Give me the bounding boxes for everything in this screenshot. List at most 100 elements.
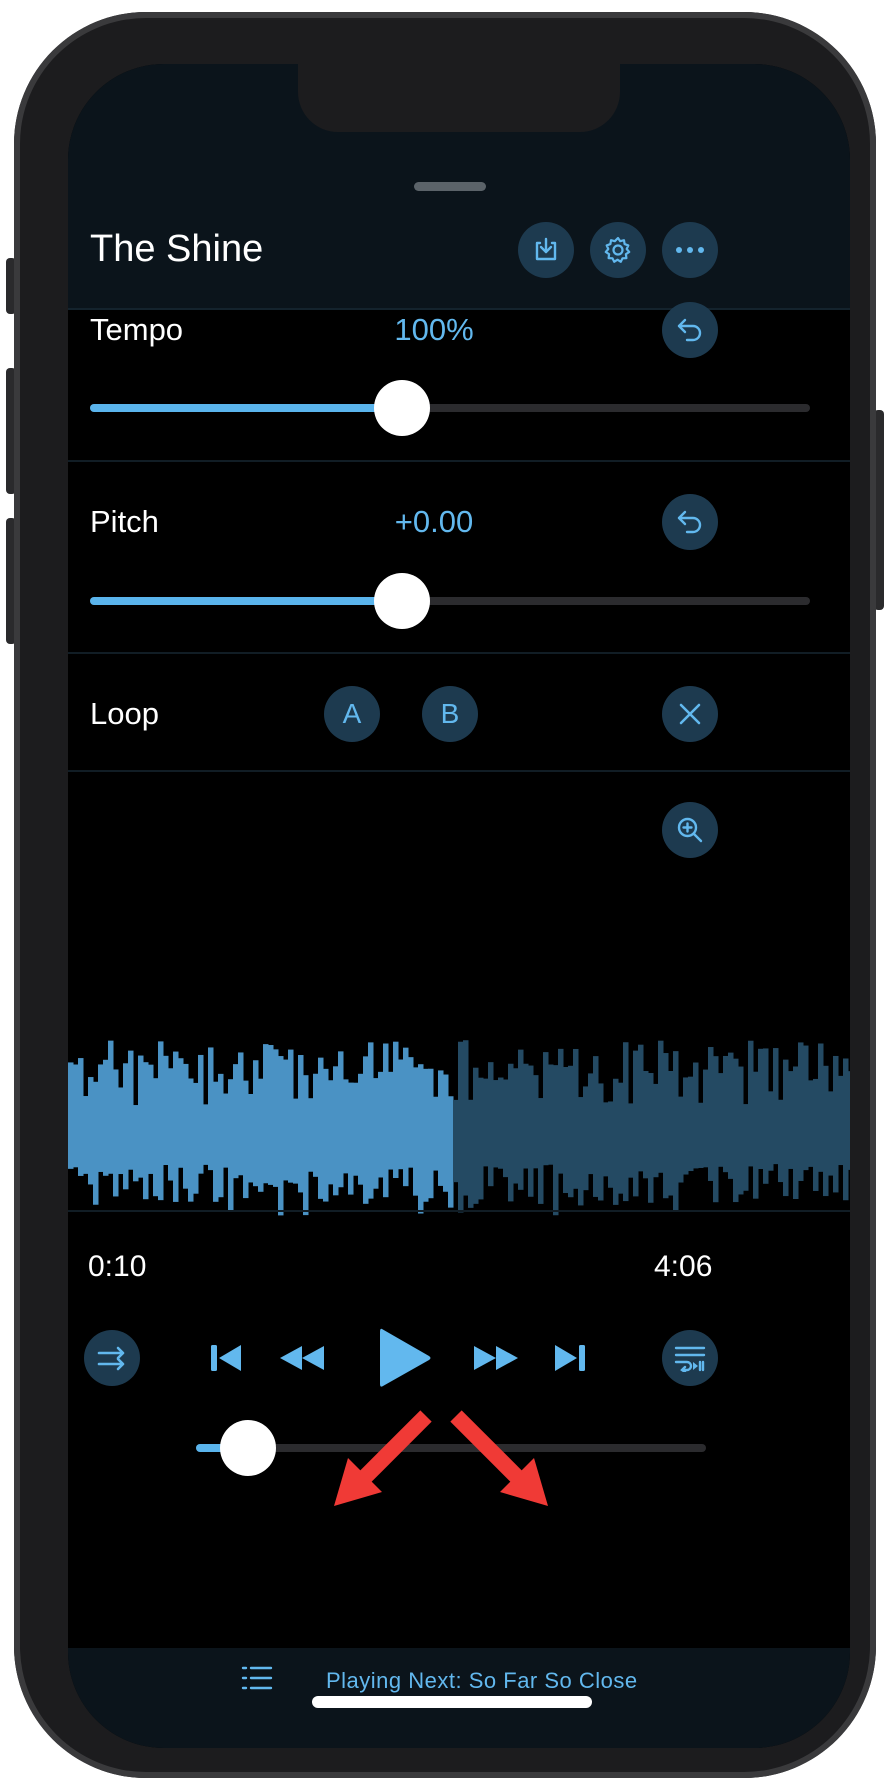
zoom-button[interactable] [662, 802, 718, 858]
waveform-bar [278, 1056, 284, 1216]
waveform-bar [638, 1044, 644, 1172]
waveform-bar [238, 1052, 244, 1176]
waveform-bar [818, 1043, 824, 1172]
list-icon [241, 1666, 273, 1690]
waveform[interactable] [68, 1004, 850, 1244]
export-button[interactable] [518, 222, 574, 278]
waveform-bar [828, 1091, 834, 1176]
shuffle-button[interactable] [84, 1330, 140, 1386]
close-icon [679, 703, 701, 725]
waveform-bar [228, 1079, 234, 1211]
waveform-bar [668, 1071, 674, 1196]
skip-back-icon [211, 1345, 241, 1371]
waveform-bar [633, 1050, 639, 1197]
skip-forward-icon [555, 1345, 585, 1371]
waveform-bar [148, 1064, 154, 1174]
pitch-label: Pitch [90, 504, 159, 539]
waveform-bar [618, 1082, 624, 1194]
waveform-bar [343, 1079, 349, 1174]
waveform-bar [433, 1096, 439, 1171]
sheet-grabber[interactable] [414, 182, 486, 191]
waveform-bar [243, 1080, 249, 1199]
waveform-bar [358, 1073, 364, 1185]
waveform-bar [543, 1052, 549, 1166]
waveform-bar [788, 1071, 794, 1169]
waveform-bar [413, 1067, 419, 1196]
waveform-bar [333, 1066, 339, 1196]
loop-clear-button[interactable] [662, 686, 718, 742]
pitch-reset-button[interactable] [662, 494, 718, 550]
waveform-bar [693, 1062, 699, 1169]
waveform-bar [138, 1055, 144, 1178]
pitch-slider-fill [90, 597, 406, 605]
queue-button[interactable] [662, 1330, 718, 1386]
waveform-bar [193, 1082, 199, 1194]
pitch-slider[interactable] [90, 597, 810, 605]
loop-a-button[interactable]: A [324, 686, 380, 742]
waveform-bar [748, 1040, 754, 1167]
waveform-bar [623, 1042, 629, 1202]
waveform-bar [293, 1098, 299, 1184]
phone-frame: The Shine Tempo 100% Pitch +0.00 Loop A … [14, 12, 876, 1778]
playback-scrubber-thumb[interactable] [219, 1420, 276, 1476]
waveform-bar [808, 1080, 814, 1167]
tempo-slider[interactable] [90, 404, 810, 412]
waveform-bar [608, 1101, 614, 1188]
tempo-label: Tempo [90, 312, 184, 347]
undo-icon [677, 318, 702, 342]
tempo-slider-thumb[interactable] [374, 380, 430, 436]
waveform-bar [538, 1098, 544, 1204]
waveform-bar [178, 1058, 184, 1168]
skip-forward-button[interactable] [550, 1338, 590, 1378]
skip-back-button[interactable] [206, 1338, 246, 1378]
fast-forward-icon [474, 1346, 518, 1370]
waveform-bar [143, 1062, 149, 1200]
waveform-bar [708, 1047, 714, 1181]
waveform-bar [153, 1078, 159, 1197]
waveform-bar [688, 1076, 694, 1172]
waveform-bar [768, 1091, 774, 1171]
waveform-bar [408, 1057, 414, 1168]
waveform-bar [548, 1064, 554, 1165]
tempo-reset-button[interactable] [662, 302, 718, 358]
waveform-bar [463, 1040, 469, 1196]
waveform-bar [763, 1048, 769, 1184]
waveform-bar [128, 1050, 134, 1170]
waveform-bar [628, 1103, 634, 1178]
waveform-bar [678, 1096, 684, 1183]
waveform-bar [103, 1059, 109, 1176]
waveform-bar [213, 1081, 219, 1202]
waveform-bar [698, 1102, 704, 1168]
waveform-bar [368, 1042, 374, 1199]
play-button[interactable] [372, 1324, 436, 1392]
waveform-bar [233, 1064, 239, 1179]
waveform-bar [338, 1051, 344, 1188]
waveform-bar [113, 1069, 119, 1197]
song-title: The Shine [90, 228, 264, 270]
waveform-bar [428, 1068, 434, 1199]
waveform-bar [183, 1063, 189, 1189]
waveform-bar [218, 1073, 224, 1198]
waveform-bar [273, 1049, 279, 1187]
fast-forward-button[interactable] [470, 1340, 522, 1376]
playing-next-text: Playing Next: So Far So Close [326, 1668, 638, 1693]
waveform-bar [508, 1063, 514, 1202]
waveform-bar [458, 1041, 464, 1213]
rewind-button[interactable] [276, 1340, 328, 1376]
waveform-bar [713, 1056, 719, 1203]
waveform-bar [123, 1063, 129, 1190]
waveform-bar [283, 1059, 289, 1181]
waveform-bar [403, 1047, 409, 1187]
more-button[interactable] [662, 222, 718, 278]
loop-b-button[interactable]: B [422, 686, 478, 742]
waveform-bar [598, 1083, 604, 1201]
waveform-bar [613, 1078, 619, 1205]
waveform-bar [738, 1066, 744, 1195]
waveform-bar [513, 1068, 519, 1184]
waveform-bar [743, 1104, 749, 1191]
waveform-bar [553, 1065, 559, 1216]
pitch-slider-thumb[interactable] [374, 573, 430, 629]
waveform-bar [493, 1080, 499, 1168]
settings-button[interactable] [590, 222, 646, 278]
waveform-bar [373, 1078, 379, 1189]
